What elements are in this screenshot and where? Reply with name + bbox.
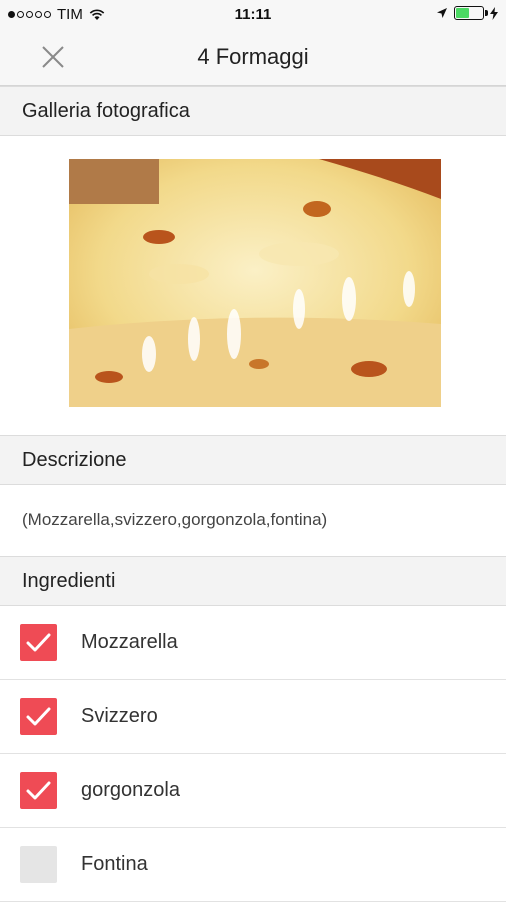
ingredient-row[interactable]: Fontina [0, 828, 506, 902]
ingredient-checkbox[interactable] [20, 624, 57, 661]
location-arrow-icon [437, 8, 447, 18]
ingredient-row[interactable]: Mozzarella [0, 606, 506, 680]
battery-icon [454, 6, 488, 20]
ingredient-checkbox[interactable] [20, 698, 57, 735]
ingredient-label: Fontina [81, 853, 148, 875]
description-text: (Mozzarella,svizzero,gorgonzola,fontina) [22, 510, 328, 529]
ingredient-label: Svizzero [81, 705, 158, 727]
description-header: Descrizione [0, 435, 506, 485]
photo-gallery [0, 137, 506, 435]
ingredient-label: gorgonzola [81, 779, 180, 801]
status-bar: TIM 11:11 [0, 0, 506, 28]
gallery-header: Galleria fotografica [0, 86, 506, 136]
ingredient-label: Mozzarella [81, 631, 178, 653]
ingredient-row[interactable]: gorgonzola [0, 754, 506, 828]
checkmark-icon [26, 633, 51, 652]
checkmark-icon [26, 707, 51, 726]
page-title: 4 Formaggi [197, 44, 309, 69]
pizza-photo[interactable] [69, 159, 441, 407]
navigation-bar: 4 Formaggi [0, 28, 506, 86]
ingredient-row[interactable]: Svizzero [0, 680, 506, 754]
ingredient-checkbox[interactable] [20, 772, 57, 809]
clock: 11:11 [234, 6, 272, 23]
checkmark-icon [26, 781, 51, 800]
status-right [436, 6, 498, 20]
charging-bolt-icon [490, 6, 498, 20]
ingredients-header: Ingredienti [0, 556, 506, 606]
pizza-image [69, 159, 441, 407]
ingredient-checkbox[interactable] [20, 846, 57, 883]
